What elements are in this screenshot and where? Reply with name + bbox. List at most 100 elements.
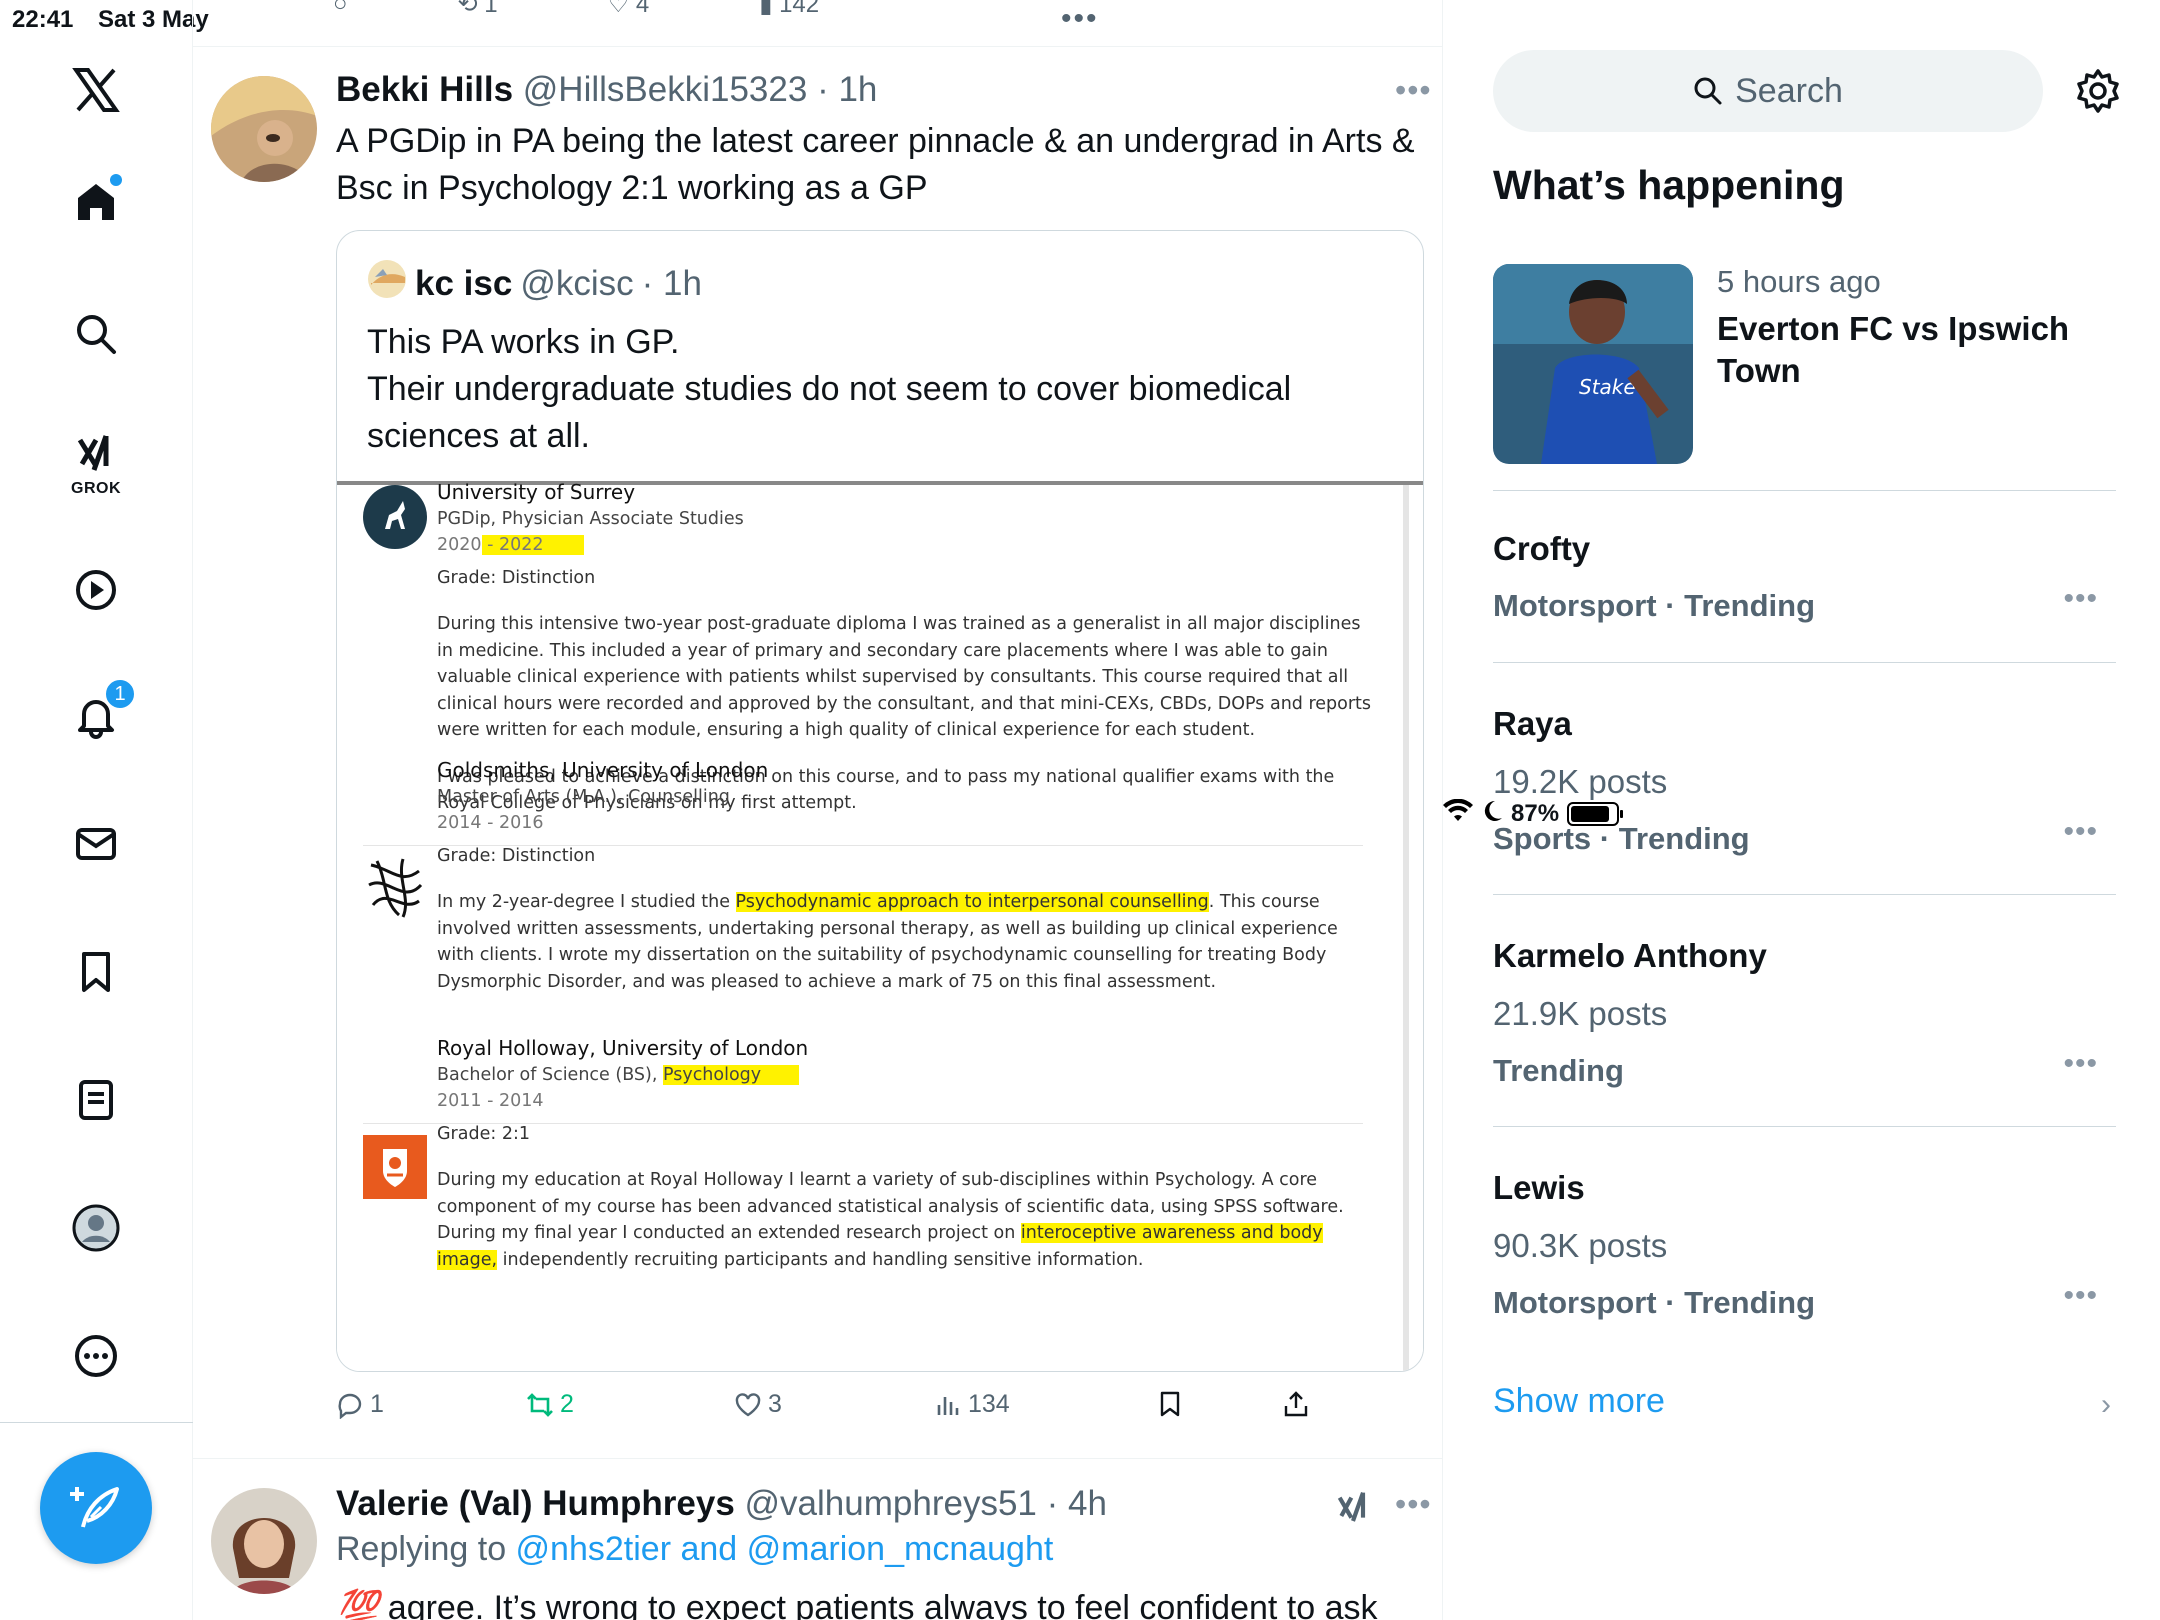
search-field[interactable]: Search <box>1493 50 2043 132</box>
profile-icon[interactable] <box>66 1198 126 1258</box>
prev-retweet-count: 1 <box>484 0 498 18</box>
trend-more-button[interactable]: ••• <box>2063 582 2098 616</box>
bookmarks-icon[interactable] <box>66 942 126 1002</box>
trend-item[interactable]: Crofty Motorsport · Trending ••• <box>1493 530 2116 624</box>
show-more-link[interactable]: Show more <box>1493 1382 1665 1421</box>
tweet-actions: 1 2 3 134 <box>336 1390 1336 1430</box>
views-button[interactable]: 134 <box>934 1390 1010 1419</box>
edu-rh-degree-highlight: Psychology <box>662 1064 800 1085</box>
edu-rh-degree-text: Bachelor of Science (BS), <box>437 1064 663 1085</box>
grok-explain-icon[interactable] <box>1333 1486 1373 1526</box>
edu-rh-description: During my education at Royal Holloway I … <box>437 1167 1377 1273</box>
bookmark-icon <box>1160 1391 1180 1417</box>
grok-icon[interactable]: GROK <box>66 424 126 497</box>
bookmark-button[interactable] <box>1156 1390 1184 1418</box>
edu-rh-years: 2011 - 2014 <box>437 1091 544 1111</box>
surrey-logo <box>363 485 427 549</box>
trend-more-button[interactable]: ••• <box>2063 1047 2098 1081</box>
whats-happening-title: What’s happening <box>1493 162 1845 208</box>
event-shirt-text: Stake <box>1579 375 1636 399</box>
prev-retweet-button[interactable]: ⟲ 1 <box>458 0 498 19</box>
share-button[interactable] <box>1282 1390 1310 1418</box>
tweet2-time[interactable]: · 4h <box>1047 1484 1107 1523</box>
tweet-separator <box>193 1458 1442 1459</box>
tweet2-text-body: agree. It’s wrong to expect patients alw… <box>378 1589 1378 1620</box>
trend-name: Karmelo Anthony <box>1493 937 1767 974</box>
trend-name: Crofty <box>1493 530 1591 567</box>
settings-gear-icon[interactable] <box>2073 66 2123 116</box>
trend-separator <box>1493 1126 2116 1127</box>
avatar-bekki[interactable] <box>211 76 317 182</box>
messages-icon[interactable] <box>66 814 126 874</box>
image-scrollbar <box>1403 485 1409 1371</box>
tweet-time[interactable]: · 1h <box>817 70 877 109</box>
chevron-right-icon[interactable]: › <box>2101 1388 2111 1422</box>
author-name[interactable]: Bekki Hills <box>336 70 513 109</box>
edu-royal-holloway: Royal Holloway, University of London Bac… <box>437 1035 1377 1273</box>
video-icon[interactable] <box>66 560 126 620</box>
heart-icon <box>735 1392 761 1416</box>
avatar-valerie[interactable] <box>211 1488 317 1594</box>
reply-icon <box>338 1393 362 1419</box>
trend-item[interactable]: Lewis 90.3K posts Motorsport · Trending … <box>1493 1169 2116 1321</box>
quote-image[interactable]: University of Surrey PGDip, Physician As… <box>337 480 1423 1371</box>
prev-views-button[interactable]: ▮ 142 <box>759 0 819 19</box>
edu-surrey-year-end-highlight: - 2022 <box>481 535 584 555</box>
quote-avatar <box>367 259 407 308</box>
trend-category: Sports · Trending <box>1493 821 1750 856</box>
right-sidebar: Search What’s happening Stake 5 hours ag… <box>1443 0 2160 1620</box>
trend-more-button[interactable]: ••• <box>2063 815 2098 849</box>
replying-to-users[interactable]: @nhs2tier and @marion_mcnaught <box>516 1530 1054 1568</box>
lists-icon[interactable] <box>66 1070 126 1130</box>
reply-count: 1 <box>370 1390 384 1418</box>
trending-event[interactable]: Stake 5 hours ago Everton FC vs Ipswich … <box>1493 264 2116 488</box>
trend-category: Trending <box>1493 1053 1624 1088</box>
search-icon[interactable] <box>66 304 126 364</box>
tweet-text: A PGDip in PA being the latest career pi… <box>336 122 1415 207</box>
home-icon[interactable] <box>66 172 126 232</box>
notifications-badge: 1 <box>104 678 136 710</box>
prev-views-count: 142 <box>779 0 820 18</box>
reply-button[interactable]: 1 <box>336 1390 384 1419</box>
author-handle[interactable]: @HillsBekki15323 <box>523 70 808 109</box>
quote-time: · 1h <box>641 263 702 303</box>
notifications-icon[interactable]: 1 <box>66 678 136 746</box>
home-unread-dot <box>110 174 122 186</box>
tweet-more-button[interactable]: ••• <box>1395 72 1432 109</box>
prev-reply-button[interactable]: ○ <box>333 0 348 19</box>
retweet-button[interactable]: 2 <box>526 1390 574 1419</box>
trend-posts: 19.2K posts <box>1493 763 1668 800</box>
event-title: Everton FC vs Ipswich Town <box>1717 310 2070 389</box>
prev-like-button[interactable]: ♡ 4 <box>608 0 650 19</box>
tweet2-text: 💯 agree. It’s wrong to expect patients a… <box>336 1588 1378 1620</box>
tweet2-author-handle[interactable]: @valhumphreys51 <box>745 1484 1037 1523</box>
trend-name: Raya <box>1493 705 1572 742</box>
edu-rh-grade: Grade: 2:1 <box>437 1123 530 1144</box>
prev-like-count: 4 <box>635 0 650 18</box>
trend-posts: 90.3K posts <box>1493 1227 1668 1264</box>
edu-goldsmiths-description: In my 2-year-degree I studied the Psycho… <box>437 889 1377 995</box>
replying-to: Replying to @nhs2tier and @marion_mcnaug… <box>336 1530 1053 1569</box>
quote-tweet[interactable]: kc isc @kcisc · 1h This PA works in GP. … <box>336 230 1424 1372</box>
share-icon <box>1284 1391 1308 1417</box>
grok-label: GROK <box>71 480 121 497</box>
like-button[interactable]: 3 <box>734 1390 782 1419</box>
more-icon[interactable] <box>66 1326 126 1386</box>
trend-item[interactable]: Karmelo Anthony 21.9K posts Trending ••• <box>1493 937 2116 1089</box>
event-image: Stake <box>1493 264 1693 464</box>
tweet2-author-name[interactable]: Valerie (Val) Humphreys <box>336 1484 735 1523</box>
search-icon <box>1694 77 1722 105</box>
tweet2-more-button[interactable]: ••• <box>1395 1486 1432 1523</box>
quote-text-line1: This PA works in GP. <box>367 323 680 361</box>
x-logo-icon[interactable] <box>66 60 126 120</box>
edu-rh-school: Royal Holloway, University of London <box>437 1036 809 1060</box>
quote-author-handle: @kcisc <box>520 263 634 303</box>
retweet-count: 2 <box>560 1390 574 1418</box>
trend-more-button[interactable]: ••• <box>2063 1279 2098 1313</box>
compose-button[interactable] <box>40 1452 152 1564</box>
edu-surrey-year-start: 2020 <box>437 535 482 555</box>
prev-more-dots[interactable]: ••• <box>1061 2 1099 36</box>
nav-divider <box>0 1422 193 1423</box>
trend-item[interactable]: Raya 19.2K posts Sports · Trending ••• <box>1493 705 2116 857</box>
edu-goldsmiths-degree: Master of Arts (M.A.), Counselling <box>437 786 730 807</box>
